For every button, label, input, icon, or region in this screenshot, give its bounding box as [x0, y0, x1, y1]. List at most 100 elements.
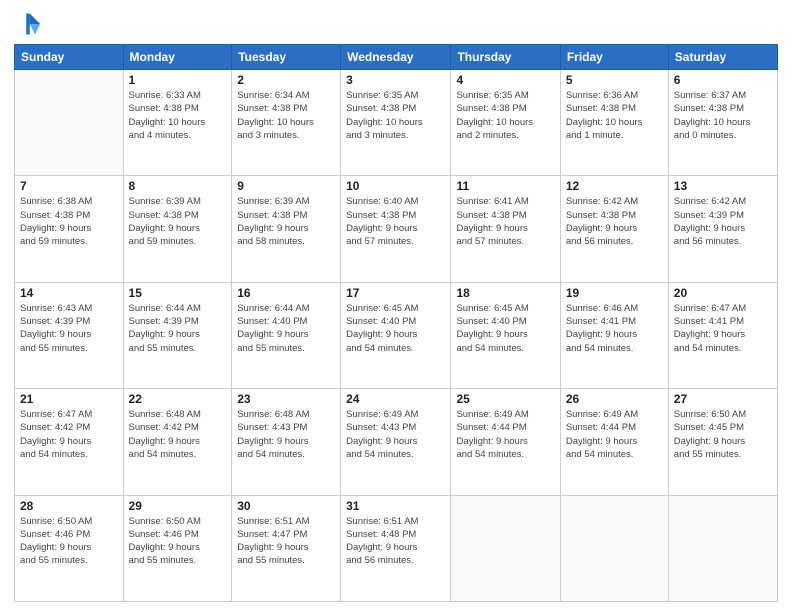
day-cell: 29 Sunrise: 6:50 AM Sunset: 4:46 PM Dayli…	[123, 495, 232, 601]
day-number: 30	[237, 499, 335, 513]
day-number: 11	[456, 179, 554, 193]
week-row-2: 7Sunrise: 6:38 AM Sunset: 4:38 PM Daylig…	[15, 176, 778, 282]
day-cell	[451, 495, 560, 601]
col-header-friday: Friday	[560, 45, 668, 70]
day-detail: Sunrise: 6:51 AM Sunset: 4:47 PM Dayligh…	[237, 515, 335, 568]
logo-icon	[14, 10, 42, 38]
day-cell: 11Sunrise: 6:41 AM Sunset: 4:38 PM Dayli…	[451, 176, 560, 282]
day-cell: 31 Sunrise: 6:51 AM Sunset: 4:48 PM Dayli…	[341, 495, 451, 601]
day-detail: Sunrise: 6:33 AM Sunset: 4:38 PM Dayligh…	[129, 89, 227, 142]
day-detail: Sunrise: 6:37 AM Sunset: 4:38 PM Dayligh…	[674, 89, 772, 142]
day-number: 27	[674, 392, 772, 406]
day-number: 8	[129, 179, 227, 193]
day-cell: 21 Sunrise: 6:47 AM Sunset: 4:42 PM Dayli…	[15, 389, 124, 495]
day-number: 31	[346, 499, 445, 513]
day-number: 5	[566, 73, 663, 87]
day-cell: 25 Sunrise: 6:49 AM Sunset: 4:44 PM Dayli…	[451, 389, 560, 495]
day-detail: Sunrise: 6:50 AM Sunset: 4:46 PM Dayligh…	[129, 515, 227, 568]
day-cell: 30 Sunrise: 6:51 AM Sunset: 4:47 PM Dayli…	[232, 495, 341, 601]
day-number: 21	[20, 392, 118, 406]
day-cell: 7Sunrise: 6:38 AM Sunset: 4:38 PM Daylig…	[15, 176, 124, 282]
day-detail: Sunrise: 6:51 AM Sunset: 4:48 PM Dayligh…	[346, 515, 445, 568]
day-number: 17	[346, 286, 445, 300]
day-detail: Sunrise: 6:35 AM Sunset: 4:38 PM Dayligh…	[456, 89, 554, 142]
day-detail: Sunrise: 6:42 AM Sunset: 4:39 PM Dayligh…	[674, 195, 772, 248]
day-detail: Sunrise: 6:45 AM Sunset: 4:40 PM Dayligh…	[346, 302, 445, 355]
calendar-table: SundayMondayTuesdayWednesdayThursdayFrid…	[14, 44, 778, 602]
day-cell: 27 Sunrise: 6:50 AM Sunset: 4:45 PM Dayli…	[668, 389, 777, 495]
day-cell: 6 Sunrise: 6:37 AM Sunset: 4:38 PM Daylig…	[668, 70, 777, 176]
day-cell: 9 Sunrise: 6:39 AM Sunset: 4:38 PM Daylig…	[232, 176, 341, 282]
day-number: 26	[566, 392, 663, 406]
day-number: 2	[237, 73, 335, 87]
week-row-1: 1 Sunrise: 6:33 AM Sunset: 4:38 PM Daylig…	[15, 70, 778, 176]
day-detail: Sunrise: 6:40 AM Sunset: 4:38 PM Dayligh…	[346, 195, 445, 248]
day-number: 19	[566, 286, 663, 300]
day-number: 10	[346, 179, 445, 193]
day-cell: 8 Sunrise: 6:39 AM Sunset: 4:38 PM Daylig…	[123, 176, 232, 282]
day-detail: Sunrise: 6:50 AM Sunset: 4:45 PM Dayligh…	[674, 408, 772, 461]
day-detail: Sunrise: 6:42 AM Sunset: 4:38 PM Dayligh…	[566, 195, 663, 248]
day-detail: Sunrise: 6:34 AM Sunset: 4:38 PM Dayligh…	[237, 89, 335, 142]
day-number: 25	[456, 392, 554, 406]
col-header-tuesday: Tuesday	[232, 45, 341, 70]
day-number: 23	[237, 392, 335, 406]
day-detail: Sunrise: 6:48 AM Sunset: 4:42 PM Dayligh…	[129, 408, 227, 461]
col-header-monday: Monday	[123, 45, 232, 70]
day-detail: Sunrise: 6:47 AM Sunset: 4:42 PM Dayligh…	[20, 408, 118, 461]
day-number: 29	[129, 499, 227, 513]
col-header-wednesday: Wednesday	[341, 45, 451, 70]
week-row-5: 28 Sunrise: 6:50 AM Sunset: 4:46 PM Dayli…	[15, 495, 778, 601]
day-cell	[560, 495, 668, 601]
week-row-4: 21 Sunrise: 6:47 AM Sunset: 4:42 PM Dayli…	[15, 389, 778, 495]
col-header-thursday: Thursday	[451, 45, 560, 70]
day-number: 12	[566, 179, 663, 193]
day-detail: Sunrise: 6:35 AM Sunset: 4:38 PM Dayligh…	[346, 89, 445, 142]
day-detail: Sunrise: 6:39 AM Sunset: 4:38 PM Dayligh…	[129, 195, 227, 248]
day-cell: 1 Sunrise: 6:33 AM Sunset: 4:38 PM Daylig…	[123, 70, 232, 176]
day-number: 1	[129, 73, 227, 87]
day-detail: Sunrise: 6:39 AM Sunset: 4:38 PM Dayligh…	[237, 195, 335, 248]
day-detail: Sunrise: 6:43 AM Sunset: 4:39 PM Dayligh…	[20, 302, 118, 355]
day-number: 6	[674, 73, 772, 87]
day-cell: 2 Sunrise: 6:34 AM Sunset: 4:38 PM Daylig…	[232, 70, 341, 176]
day-cell: 19 Sunrise: 6:46 AM Sunset: 4:41 PM Dayli…	[560, 282, 668, 388]
day-number: 28	[20, 499, 118, 513]
day-number: 15	[129, 286, 227, 300]
day-number: 24	[346, 392, 445, 406]
day-detail: Sunrise: 6:46 AM Sunset: 4:41 PM Dayligh…	[566, 302, 663, 355]
day-number: 7	[20, 179, 118, 193]
day-cell	[15, 70, 124, 176]
day-detail: Sunrise: 6:49 AM Sunset: 4:43 PM Dayligh…	[346, 408, 445, 461]
day-number: 18	[456, 286, 554, 300]
day-cell	[668, 495, 777, 601]
day-cell: 20 Sunrise: 6:47 AM Sunset: 4:41 PM Dayli…	[668, 282, 777, 388]
day-number: 20	[674, 286, 772, 300]
day-cell: 5 Sunrise: 6:36 AM Sunset: 4:38 PM Daylig…	[560, 70, 668, 176]
calendar-header-row: SundayMondayTuesdayWednesdayThursdayFrid…	[15, 45, 778, 70]
day-number: 3	[346, 73, 445, 87]
day-detail: Sunrise: 6:50 AM Sunset: 4:46 PM Dayligh…	[20, 515, 118, 568]
day-number: 4	[456, 73, 554, 87]
header	[14, 10, 778, 38]
day-detail: Sunrise: 6:48 AM Sunset: 4:43 PM Dayligh…	[237, 408, 335, 461]
day-detail: Sunrise: 6:47 AM Sunset: 4:41 PM Dayligh…	[674, 302, 772, 355]
day-cell: 13Sunrise: 6:42 AM Sunset: 4:39 PM Dayli…	[668, 176, 777, 282]
day-number: 14	[20, 286, 118, 300]
day-cell: 4 Sunrise: 6:35 AM Sunset: 4:38 PM Daylig…	[451, 70, 560, 176]
day-detail: Sunrise: 6:49 AM Sunset: 4:44 PM Dayligh…	[456, 408, 554, 461]
day-detail: Sunrise: 6:45 AM Sunset: 4:40 PM Dayligh…	[456, 302, 554, 355]
day-cell: 3 Sunrise: 6:35 AM Sunset: 4:38 PM Daylig…	[341, 70, 451, 176]
day-number: 22	[129, 392, 227, 406]
page: SundayMondayTuesdayWednesdayThursdayFrid…	[0, 0, 792, 612]
day-cell: 16 Sunrise: 6:44 AM Sunset: 4:40 PM Dayli…	[232, 282, 341, 388]
day-cell: 22 Sunrise: 6:48 AM Sunset: 4:42 PM Dayli…	[123, 389, 232, 495]
day-cell: 24 Sunrise: 6:49 AM Sunset: 4:43 PM Dayli…	[341, 389, 451, 495]
day-detail: Sunrise: 6:36 AM Sunset: 4:38 PM Dayligh…	[566, 89, 663, 142]
day-number: 9	[237, 179, 335, 193]
day-cell: 17 Sunrise: 6:45 AM Sunset: 4:40 PM Dayli…	[341, 282, 451, 388]
day-number: 16	[237, 286, 335, 300]
day-detail: Sunrise: 6:44 AM Sunset: 4:40 PM Dayligh…	[237, 302, 335, 355]
day-detail: Sunrise: 6:49 AM Sunset: 4:44 PM Dayligh…	[566, 408, 663, 461]
col-header-saturday: Saturday	[668, 45, 777, 70]
